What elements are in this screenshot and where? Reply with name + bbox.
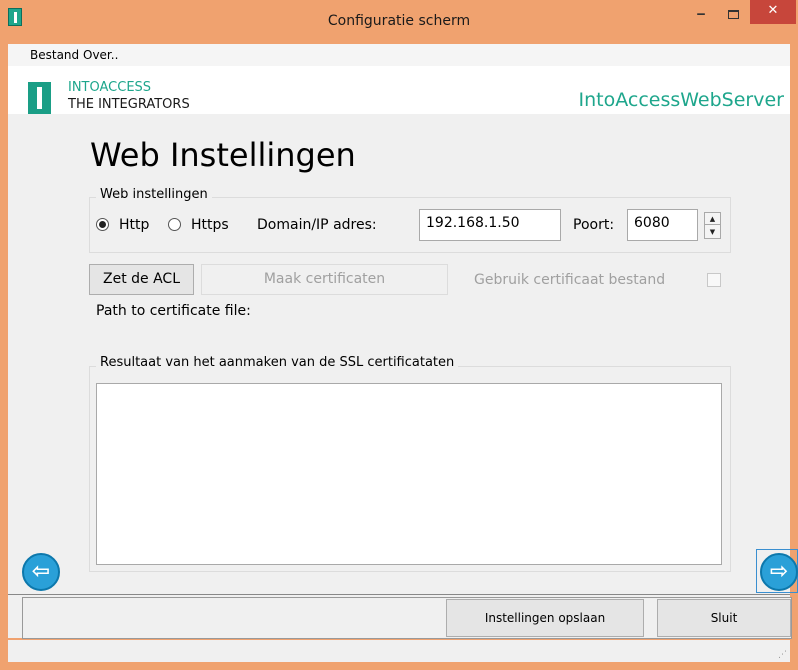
- menu-item-over[interactable]: Over..: [83, 48, 118, 62]
- logo-text-tagline: THE INTEGRATORS: [68, 97, 190, 112]
- app-window: Configuratie scherm ‒ ✕ Bestand Over.. I…: [0, 0, 798, 670]
- web-settings-legend: Web instellingen: [96, 187, 212, 202]
- port-increment-button[interactable]: ▲: [705, 213, 720, 225]
- server-name: IntoAccessWebServer: [578, 89, 785, 111]
- port-label: Poort:: [573, 217, 615, 233]
- menu-item-bestand[interactable]: Bestand: [30, 48, 79, 62]
- https-radio[interactable]: [168, 218, 181, 231]
- use-certificate-file-checkbox[interactable]: [707, 273, 721, 287]
- page-title: Web Instellingen: [90, 136, 356, 174]
- http-radio[interactable]: [96, 218, 109, 231]
- certificate-path-label: Path to certificate file:: [96, 303, 251, 319]
- close-button[interactable]: Sluit: [657, 599, 791, 637]
- resize-grip-icon[interactable]: ⋰: [778, 650, 787, 660]
- window-title: Configuratie scherm: [327, 13, 471, 29]
- arrow-right-icon: ⇨: [769, 559, 789, 584]
- port-input[interactable]: 6080: [627, 209, 698, 241]
- intoaccess-logo-icon: [28, 82, 51, 114]
- ssl-result-legend: Resultaat van het aanmaken van de SSL ce…: [96, 355, 459, 370]
- port-spinner: ▲ ▼: [704, 212, 721, 239]
- create-certificates-button[interactable]: Maak certificaten: [201, 264, 448, 295]
- use-certificate-file-label: Gebruik certificaat bestand: [474, 272, 666, 288]
- logo-text-company: INTOACCESS: [68, 80, 152, 95]
- http-radio-label[interactable]: Http: [119, 217, 149, 233]
- menu-bar: Bestand Over..: [8, 44, 790, 66]
- close-window-button[interactable]: ✕: [750, 0, 796, 24]
- next-page-button[interactable]: ⇨: [760, 553, 798, 591]
- maximize-icon: [727, 10, 739, 19]
- https-radio-label[interactable]: Https: [191, 217, 229, 233]
- port-decrement-button[interactable]: ▼: [705, 226, 720, 238]
- maximize-button[interactable]: [720, 0, 746, 30]
- previous-page-button[interactable]: ⇦: [22, 553, 60, 591]
- ssl-result-textarea[interactable]: [96, 383, 722, 565]
- minimize-button[interactable]: ‒: [688, 0, 714, 30]
- title-bar[interactable]: Configuratie scherm ‒ ✕: [0, 0, 798, 42]
- save-settings-button[interactable]: Instellingen opslaan: [446, 599, 644, 637]
- domain-ip-input[interactable]: 192.168.1.50: [419, 209, 561, 241]
- domain-label: Domain/IP adres:: [257, 217, 377, 233]
- set-acl-button[interactable]: Zet de ACL: [89, 264, 194, 295]
- status-bar: ⋰: [8, 640, 790, 662]
- arrow-left-icon: ⇦: [31, 559, 51, 584]
